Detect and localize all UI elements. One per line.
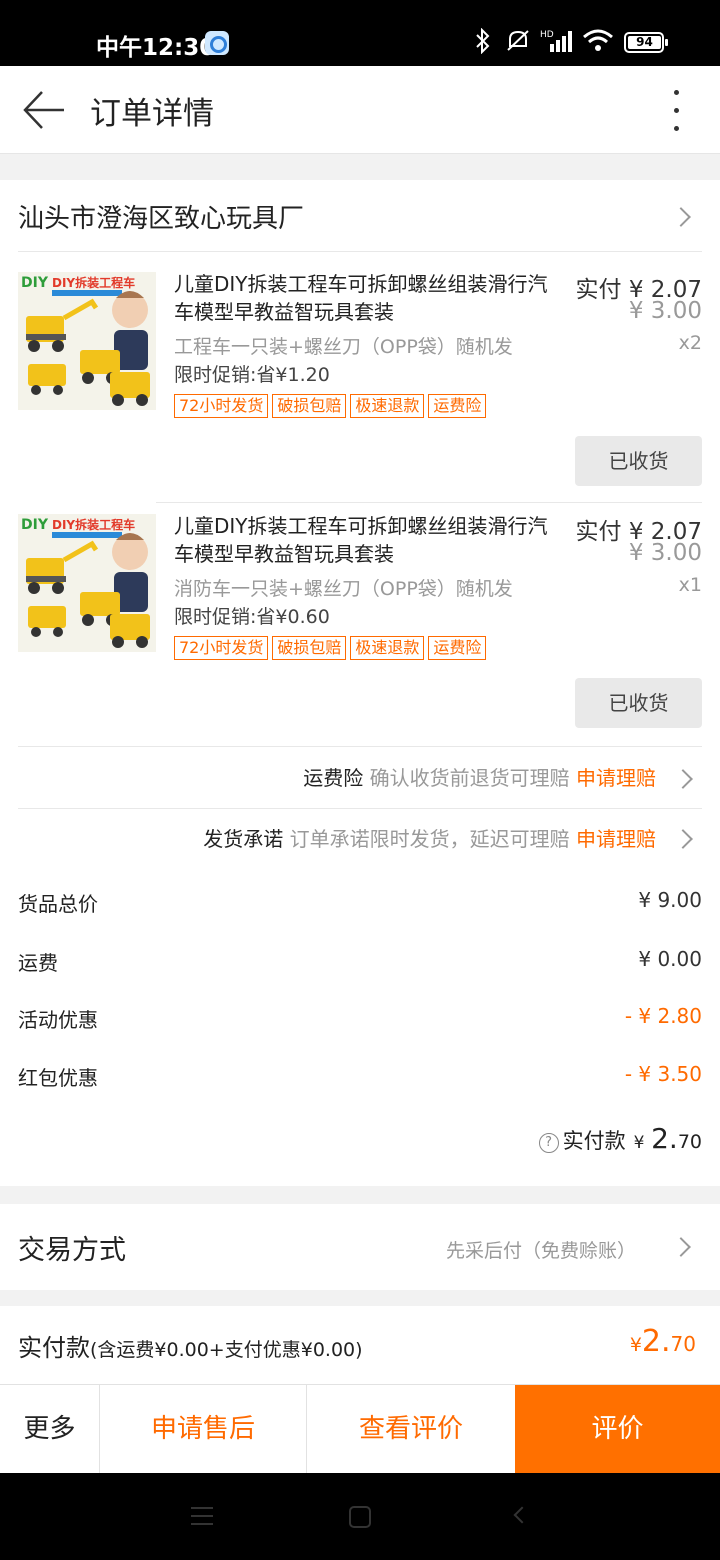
fee-label: 红包优惠 — [18, 1066, 98, 1090]
order-card: 汕头市澄海区致心玩具厂 DIY DIY拆装工程车 儿童DIY拆装工程车可拆卸螺丝… — [0, 180, 720, 1186]
tag-fast-refund: 极速退款 — [350, 394, 425, 418]
fee-label: 活动优惠 — [18, 1008, 98, 1032]
paid-summary-label: 实付款(含运费¥0.00+支付优惠¥0.00) — [18, 1328, 363, 1363]
more-options-icon[interactable] — [662, 88, 690, 134]
signal-icon: HD — [540, 28, 576, 60]
chevron-right-icon[interactable] — [671, 1237, 691, 1257]
status-bar: 中午12:30 HD 94 — [0, 0, 720, 66]
product-image[interactable]: DIY DIY拆装工程车 — [18, 272, 156, 410]
fee-label: 运费 — [18, 951, 58, 975]
trade-method-value: 先采后付（免费赊账） — [445, 1240, 636, 1262]
total-integer: 2. — [651, 1122, 678, 1155]
quantity: x1 — [678, 574, 702, 596]
back-arrow-icon[interactable] — [22, 88, 66, 132]
help-icon[interactable]: ? — [538, 1133, 559, 1153]
total-label: 实付款 — [562, 1129, 626, 1153]
shop-name[interactable]: 汕头市澄海区致心玩具厂 — [18, 198, 304, 235]
tag-shipping: 72小时发货 — [174, 636, 269, 660]
divider — [18, 746, 702, 747]
bluetooth-icon — [474, 27, 492, 60]
svg-text:HD: HD — [540, 30, 554, 40]
fee-row-shipping: 运费 ¥ 0.00 — [18, 941, 702, 981]
tag-fast-refund: 极速退款 — [350, 636, 425, 660]
app-notification-icon — [205, 31, 229, 55]
svg-text:DIY拆装工程车: DIY拆装工程车 — [52, 517, 135, 532]
shipping-promise-row[interactable]: 发货承诺 订单承诺限时发货，延迟可理赔 申请理赔 — [18, 809, 702, 869]
order-total: ? 实付款 ¥ 2.70 — [538, 1122, 702, 1155]
tag-damage-guarantee: 破损包赔 — [272, 636, 347, 660]
service-tags: 72小时发货 破损包赔 极速退款 运费险 — [174, 394, 490, 418]
wifi-icon — [582, 28, 614, 60]
chevron-right-icon[interactable] — [671, 207, 691, 227]
product-title[interactable]: 儿童DIY拆装工程车可拆卸螺丝组装滑行汽车模型早教益智玩具套装 — [174, 512, 564, 568]
service-name: 运费险 — [303, 766, 364, 790]
tag-damage-guarantee: 破损包赔 — [272, 394, 347, 418]
received-button[interactable]: 已收货 — [575, 678, 702, 728]
fee-value: ¥ 0.00 — [638, 947, 702, 971]
fee-value: - ¥ 3.50 — [624, 1062, 702, 1086]
paid-currency: ¥ — [629, 1334, 642, 1356]
recent-apps-icon[interactable] — [191, 1507, 213, 1525]
paid-label: 实付款 — [18, 1334, 90, 1362]
paid-amount: ¥2.70 — [630, 1324, 696, 1359]
app-header: 订单详情 — [0, 66, 720, 154]
home-icon[interactable] — [349, 1506, 371, 1528]
page-title: 订单详情 — [90, 96, 214, 132]
after-sale-button[interactable]: 申请售后 — [100, 1385, 307, 1474]
claim-link[interactable]: 申请理赔 — [576, 827, 656, 851]
nav-back-icon[interactable] — [513, 1506, 531, 1524]
fee-row-activity-discount: 活动优惠 - ¥ 2.80 — [18, 998, 702, 1038]
paid-decimal: 70 — [670, 1332, 696, 1356]
battery-level: 94 — [628, 36, 661, 49]
original-price: ¥ 3.00 — [628, 540, 702, 566]
paid-summary: 实付款(含运费¥0.00+支付优惠¥0.00) ¥2.70 — [0, 1306, 720, 1384]
product-sku: 消防车一只装+螺丝刀（OPP袋）随机发 — [174, 578, 513, 600]
more-button[interactable]: 更多 — [0, 1385, 100, 1474]
paid-detail: (含运费¥0.00+支付优惠¥0.00) — [90, 1339, 363, 1361]
fee-value: - ¥ 2.80 — [624, 1004, 702, 1028]
view-review-button[interactable]: 查看评价 — [307, 1385, 515, 1474]
tag-freight-insurance: 运费险 — [428, 394, 487, 418]
product-promo: 限时促销:省¥1.20 — [174, 364, 330, 386]
battery-icon: 94 — [624, 32, 668, 53]
svg-text:DIY: DIY — [21, 517, 49, 533]
svg-text:DIY拆装工程车: DIY拆装工程车 — [52, 275, 135, 290]
service-desc: 订单承诺限时发货，延迟可理赔 — [289, 827, 570, 851]
bottom-action-bar: 更多 申请售后 查看评价 评价 — [0, 1384, 720, 1474]
claim-link[interactable]: 申请理赔 — [576, 766, 656, 790]
trade-method-label: 交易方式 — [18, 1235, 126, 1266]
fee-label: 货品总价 — [18, 892, 98, 916]
service-name: 发货承诺 — [203, 827, 284, 851]
product-image[interactable]: DIY DIY拆装工程车 — [18, 514, 156, 652]
received-button[interactable]: 已收货 — [575, 436, 702, 486]
status-time: 中午12:30 — [96, 35, 216, 61]
freight-insurance-row[interactable]: 运费险 确认收货前退货可理赔 申请理赔 — [18, 748, 702, 808]
trade-method-row[interactable]: 交易方式 先采后付（免费赊账） — [0, 1204, 720, 1290]
tag-freight-insurance: 运费险 — [428, 636, 487, 660]
tag-shipping: 72小时发货 — [174, 394, 269, 418]
total-decimal: 70 — [677, 1131, 702, 1153]
svg-text:DIY: DIY — [21, 275, 49, 291]
fee-row-goods-total: 货品总价 ¥ 9.00 — [18, 882, 702, 922]
paid-integer: 2. — [641, 1324, 671, 1359]
mute-icon — [504, 28, 532, 60]
review-button[interactable]: 评价 — [515, 1385, 720, 1474]
product-title[interactable]: 儿童DIY拆装工程车可拆卸螺丝组装滑行汽车模型早教益智玩具套装 — [174, 270, 564, 326]
total-currency: ¥ — [633, 1133, 645, 1153]
quantity: x2 — [678, 332, 702, 354]
service-tags: 72小时发货 破损包赔 极速退款 运费险 — [174, 636, 490, 660]
fee-row-red-packet-discount: 红包优惠 - ¥ 3.50 — [18, 1056, 702, 1096]
service-desc: 确认收货前退货可理赔 — [369, 766, 570, 790]
fee-value: ¥ 9.00 — [638, 888, 702, 912]
product-promo: 限时促销:省¥0.60 — [174, 606, 330, 628]
original-price: ¥ 3.00 — [628, 298, 702, 324]
product-sku: 工程车一只装+螺丝刀（OPP袋）随机发 — [174, 336, 513, 358]
system-nav-bar — [0, 1473, 720, 1560]
